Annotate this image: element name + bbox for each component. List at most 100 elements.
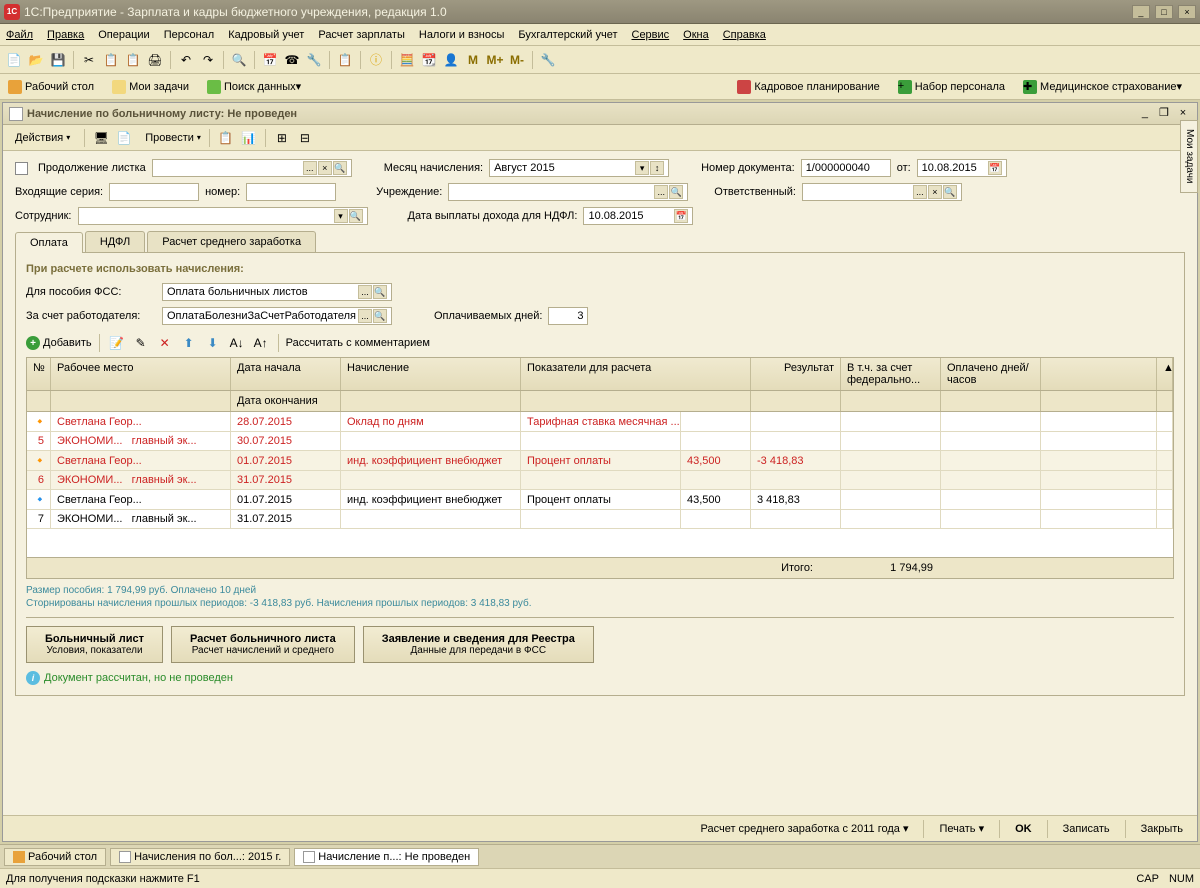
phone-icon[interactable]: ☎ — [282, 50, 302, 70]
number-input[interactable] — [246, 183, 336, 201]
m-button[interactable]: M — [463, 50, 483, 70]
table-row[interactable]: 7ЭКОНОМИ... главный эк...31.07.2015 — [27, 510, 1173, 529]
menu-help[interactable]: Справка — [723, 29, 766, 41]
mplus-button[interactable]: M+ — [485, 50, 505, 70]
menu-hr[interactable]: Кадровый учет — [228, 29, 304, 41]
series-input[interactable] — [109, 183, 199, 201]
footer-save[interactable]: Записать — [1057, 821, 1116, 837]
menu-accounting[interactable]: Бухгалтерский учет — [518, 29, 617, 41]
tool3-icon[interactable]: 🔧 — [304, 50, 324, 70]
continuation-input[interactable]: ...×🔍 — [152, 159, 352, 177]
calc-comment-button[interactable]: Рассчитать с комментарием — [286, 337, 430, 349]
col-result[interactable]: Результат — [751, 358, 841, 390]
col-paid[interactable]: Оплачено дней/часов — [941, 358, 1041, 390]
wrench-icon[interactable]: 🔧 — [538, 50, 558, 70]
col-date-start[interactable]: Дата начала — [231, 358, 341, 390]
menu-windows[interactable]: Окна — [683, 29, 709, 41]
col-expand[interactable]: ▲ — [1157, 358, 1173, 390]
resp-input[interactable]: ...×🔍 — [802, 183, 962, 201]
col-date-end[interactable]: Дата окончания — [231, 391, 341, 411]
struct2-icon[interactable]: ⊟ — [295, 128, 315, 148]
list-icon[interactable]: 📋 — [216, 128, 236, 148]
footer-close[interactable]: Закрыть — [1135, 821, 1189, 837]
tree-icon[interactable]: 📊 — [239, 128, 259, 148]
tab-avg[interactable]: Расчет среднего заработка — [147, 231, 316, 252]
col-place[interactable]: Рабочее место — [51, 358, 231, 390]
menu-personnel[interactable]: Персонал — [164, 29, 215, 41]
cut-icon[interactable]: ✂ — [79, 50, 99, 70]
nav-recruit[interactable]: +Набор персонала — [894, 78, 1009, 96]
down-icon[interactable]: ⬇ — [203, 333, 223, 353]
sort-asc-icon[interactable]: A↓ — [227, 333, 247, 353]
calc-icon[interactable]: 🖥 — [91, 128, 111, 148]
mminus-button[interactable]: M- — [507, 50, 527, 70]
menu-service[interactable]: Сервис — [632, 29, 670, 41]
docdate-input[interactable]: 10.08.2015📅 — [917, 159, 1007, 177]
docnum-input[interactable]: 1/000000040 — [801, 159, 891, 177]
col-indicators[interactable]: Показатели для расчета — [521, 358, 751, 390]
minimize-button[interactable]: _ — [1132, 5, 1150, 19]
sort-desc-icon[interactable]: A↑ — [251, 333, 271, 353]
menu-file[interactable]: Файл — [6, 29, 33, 41]
fss-input[interactable]: Оплата больничных листов...🔍 — [162, 283, 392, 301]
doc-close[interactable]: × — [1175, 107, 1191, 121]
conduct-button[interactable]: Провести — [137, 130, 203, 146]
new-icon[interactable]: 📄 — [4, 50, 24, 70]
month-input[interactable]: Август 2015▾↕ — [489, 159, 669, 177]
doc-maximize[interactable]: ❐ — [1156, 106, 1172, 120]
days-input[interactable]: 3 — [548, 307, 588, 325]
copy-icon[interactable]: 📋 — [101, 50, 121, 70]
table-row[interactable]: 🔸Светлана Геор...28.07.2015Оклад по дням… — [27, 412, 1173, 432]
ndfl-date-input[interactable]: 10.08.2015📅 — [583, 207, 693, 225]
menu-operations[interactable]: Операции — [98, 29, 149, 41]
paste-icon[interactable]: 📋 — [123, 50, 143, 70]
open-icon[interactable]: 📂 — [26, 50, 46, 70]
table-row[interactable]: 🔸Светлана Геор...01.07.2015инд. коэффици… — [27, 451, 1173, 471]
continuation-checkbox[interactable] — [15, 162, 28, 175]
table-row[interactable]: 6ЭКОНОМИ... главный эк...31.07.2015 — [27, 471, 1173, 490]
maximize-button[interactable]: □ — [1155, 5, 1173, 19]
task-current[interactable]: Начисление п...: Не проведен — [294, 848, 479, 866]
date-icon[interactable]: 📆 — [419, 50, 439, 70]
nav-tasks[interactable]: Мои задачи — [108, 78, 193, 96]
calendar-icon[interactable]: 📅 — [260, 50, 280, 70]
menu-taxes[interactable]: Налоги и взносы — [419, 29, 505, 41]
edit-icon[interactable]: 📝 — [107, 333, 127, 353]
print-icon[interactable]: 🖨 — [145, 50, 165, 70]
copy2-icon[interactable]: 📋 — [335, 50, 355, 70]
btn-sick-leave[interactable]: Больничный листУсловия, показатели — [26, 626, 163, 663]
nav-desktop[interactable]: Рабочий стол — [4, 78, 98, 96]
delete-icon[interactable]: ✕ — [155, 333, 175, 353]
undo-icon[interactable]: ↶ — [176, 50, 196, 70]
footer-ok[interactable]: OK — [1009, 821, 1038, 837]
col-n[interactable]: № — [27, 358, 51, 390]
doc-icon2[interactable]: 📄 — [114, 128, 134, 148]
table-row[interactable]: 5ЭКОНОМИ... главный эк...30.07.2015 — [27, 432, 1173, 451]
task-desktop[interactable]: Рабочий стол — [4, 848, 106, 866]
up-icon[interactable]: ⬆ — [179, 333, 199, 353]
redo-icon[interactable]: ↷ — [198, 50, 218, 70]
menu-salary[interactable]: Расчет зарплаты — [318, 29, 405, 41]
calc-icon[interactable]: 🧮 — [397, 50, 417, 70]
doc-minimize[interactable]: _ — [1137, 107, 1153, 121]
help-icon[interactable]: ⓘ — [366, 50, 386, 70]
col-accrual[interactable]: Начисление — [341, 358, 521, 390]
footer-avg[interactable]: Расчет среднего заработка с 2011 года ▾ — [695, 820, 915, 837]
tab-payment[interactable]: Оплата — [15, 232, 83, 253]
pencil-icon[interactable]: ✎ — [131, 333, 151, 353]
person-icon[interactable]: 👤 — [441, 50, 461, 70]
org-input[interactable]: ...🔍 — [448, 183, 688, 201]
task-accruals[interactable]: Начисления по бол...: 2015 г. — [110, 848, 290, 866]
side-tab-tasks[interactable]: Мои задачи — [1180, 120, 1198, 193]
actions-dropdown[interactable]: Действия — [7, 130, 78, 146]
footer-print[interactable]: Печать ▾ — [933, 820, 990, 837]
btn-calc-sick[interactable]: Расчет больничного листаРасчет начислени… — [171, 626, 355, 663]
nav-planning[interactable]: Кадровое планирование — [733, 78, 883, 96]
nav-search[interactable]: Поиск данных ▾ — [203, 78, 305, 96]
nav-medical[interactable]: ✚Медицинское страхование ▾ — [1019, 78, 1186, 96]
btn-registry[interactable]: Заявление и сведения для РеестраДанные д… — [363, 626, 594, 663]
add-button[interactable]: +Добавить — [26, 336, 92, 350]
tab-ndfl[interactable]: НДФЛ — [85, 231, 145, 252]
col-federal[interactable]: В т.ч. за счет федерально... — [841, 358, 941, 390]
employer-input[interactable]: ОплатаБолезниЗаСчетРаботодателя...🔍 — [162, 307, 392, 325]
